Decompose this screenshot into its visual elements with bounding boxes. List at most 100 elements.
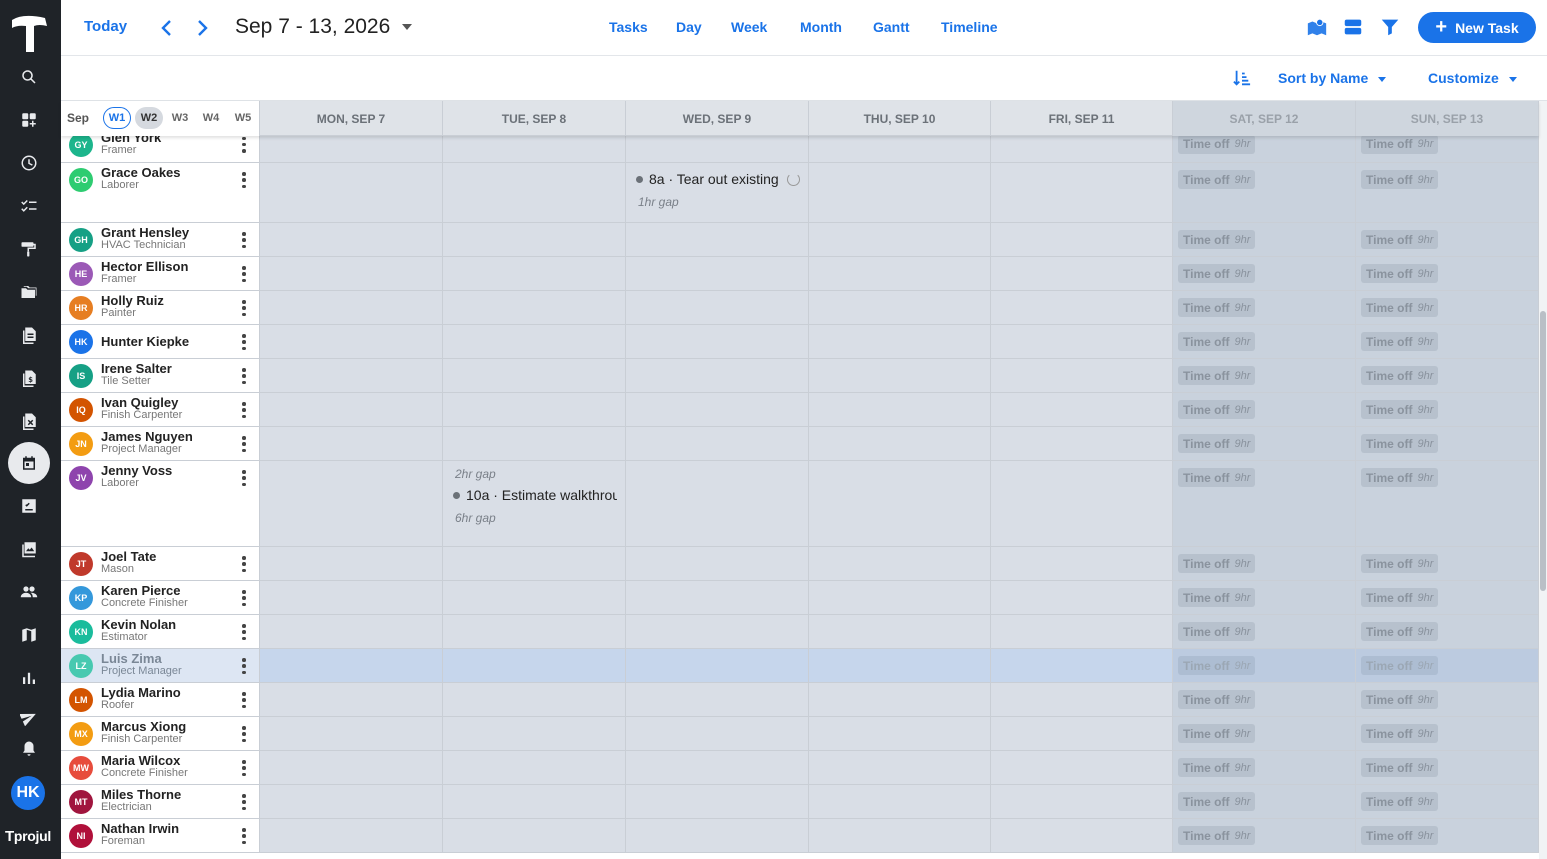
view-tab-gantt[interactable]: Gantt	[873, 19, 910, 35]
employee-row[interactable]: IS Irene Salter Tile Setter Time off 9hr Time…	[61, 359, 1539, 393]
day-cell[interactable]	[443, 427, 626, 460]
time-off-badge[interactable]: Time off 9hr	[1178, 400, 1256, 419]
day-cell[interactable]: Time off 9hr	[1356, 751, 1539, 784]
day-cell[interactable]	[991, 785, 1173, 818]
tasks-icon[interactable]	[18, 195, 40, 217]
day-cell[interactable]: Time off 9hr	[1356, 547, 1539, 580]
day-cell[interactable]	[443, 223, 626, 256]
row-more-options-icon[interactable]	[241, 470, 247, 486]
reports-icon[interactable]	[18, 667, 40, 689]
employee-row[interactable]: JN James Nguyen Project Manager Time off 9hr…	[61, 427, 1539, 461]
day-cell[interactable]	[260, 325, 443, 358]
employee-row[interactable]: NI Nathan Irwin Foreman Time off 9hr Time off…	[61, 819, 1539, 853]
day-header-4[interactable]: FRI, SEP 11	[991, 101, 1173, 136]
employee-name-cell[interactable]: NI Nathan Irwin Foreman	[61, 819, 260, 852]
employee-name-cell[interactable]: KP Karen Pierce Concrete Finisher	[61, 581, 260, 614]
view-tab-week[interactable]: Week	[731, 19, 767, 35]
day-header-2[interactable]: WED, SEP 9	[626, 101, 809, 136]
time-off-badge[interactable]: Time off 9hr	[1361, 758, 1439, 777]
day-cell[interactable]: Time off 9hr	[1173, 751, 1356, 784]
day-cell[interactable]	[260, 359, 443, 392]
notifications-icon[interactable]	[18, 738, 40, 760]
day-cell[interactable]	[626, 717, 809, 750]
time-off-badge[interactable]: Time off 9hr	[1178, 690, 1256, 709]
day-cell[interactable]	[809, 427, 991, 460]
paint-roller-icon[interactable]	[18, 238, 40, 260]
employee-row[interactable]: JT Joel Tate Mason Time off 9hr Time off 9hr	[61, 547, 1539, 581]
time-off-badge[interactable]: Time off 9hr	[1361, 170, 1439, 189]
day-cell[interactable]	[443, 359, 626, 392]
task-item[interactable]: 10a · Estimate walkthrough	[453, 487, 617, 503]
day-cell[interactable]	[626, 223, 809, 256]
day-cell[interactable]: Time off 9hr	[1356, 291, 1539, 324]
view-tab-day[interactable]: Day	[676, 19, 702, 35]
day-cell[interactable]	[809, 359, 991, 392]
day-cell[interactable]	[260, 751, 443, 784]
time-off-badge[interactable]: Time off 9hr	[1178, 758, 1256, 777]
view-tab-month[interactable]: Month	[800, 19, 842, 35]
employee-row[interactable]: GH Grant Hensley HVAC Technician Time off 9h…	[61, 223, 1539, 257]
day-cell[interactable]	[626, 427, 809, 460]
employee-row[interactable]: MX Marcus Xiong Finish Carpenter Time off 9h…	[61, 717, 1539, 751]
view-tab-tasks[interactable]: Tasks	[609, 19, 648, 35]
day-cell[interactable]: Time off 9hr	[1173, 461, 1356, 546]
time-off-badge[interactable]: Time off 9hr	[1178, 230, 1256, 249]
time-off-badge[interactable]: Time off 9hr	[1361, 434, 1439, 453]
day-cell[interactable]: Time off 9hr	[1173, 581, 1356, 614]
photos-icon[interactable]	[18, 538, 40, 560]
employee-name-cell[interactable]: JN James Nguyen Project Manager	[61, 427, 260, 460]
day-cell[interactable]	[443, 615, 626, 648]
employee-name-cell[interactable]: GY Glen York Framer	[61, 136, 260, 162]
week-pill-w2[interactable]: W2	[135, 107, 163, 129]
employee-row[interactable]: IQ Ivan Quigley Finish Carpenter Time off 9h…	[61, 393, 1539, 427]
day-cell[interactable]	[260, 615, 443, 648]
day-cell[interactable]	[991, 649, 1173, 682]
row-more-options-icon[interactable]	[241, 658, 247, 674]
previous-week-icon[interactable]	[157, 17, 177, 39]
day-cell[interactable]	[991, 359, 1173, 392]
time-off-badge[interactable]: Time off 9hr	[1361, 588, 1439, 607]
day-cell[interactable]	[443, 325, 626, 358]
time-off-badge[interactable]: Time off 9hr	[1178, 826, 1256, 845]
row-more-options-icon[interactable]	[241, 368, 247, 384]
time-off-badge[interactable]: Time off 9hr	[1361, 468, 1439, 487]
employee-name-cell[interactable]: JV Jenny Voss Laborer	[61, 461, 260, 546]
send-icon[interactable]	[18, 706, 40, 728]
employee-row[interactable]: MT Miles Thorne Electrician Time off 9hr Time…	[61, 785, 1539, 819]
time-off-badge[interactable]: Time off 9hr	[1361, 690, 1439, 709]
day-cell[interactable]	[626, 136, 809, 162]
day-cell[interactable]	[626, 581, 809, 614]
day-cell[interactable]: Time off 9hr	[1173, 223, 1356, 256]
time-off-badge[interactable]: Time off 9hr	[1361, 332, 1439, 351]
day-cell[interactable]: Time off 9hr	[1356, 649, 1539, 682]
dashboard-icon[interactable]	[18, 109, 40, 131]
time-off-badge[interactable]: Time off 9hr	[1178, 366, 1256, 385]
day-cell[interactable]: Time off 9hr	[1356, 257, 1539, 290]
day-cell[interactable]	[260, 223, 443, 256]
task-item[interactable]: 8a · Tear out existing	[636, 171, 800, 187]
date-range-label[interactable]: Sep 7 - 13, 2026	[235, 15, 390, 39]
day-cell[interactable]	[809, 163, 991, 222]
day-cell[interactable]: Time off 9hr	[1356, 785, 1539, 818]
day-cell[interactable]: Time off 9hr	[1356, 427, 1539, 460]
day-cell[interactable]	[809, 751, 991, 784]
day-cell[interactable]	[809, 819, 991, 852]
folders-icon[interactable]	[18, 281, 40, 303]
day-cell[interactable]	[443, 785, 626, 818]
row-more-options-icon[interactable]	[241, 726, 247, 742]
row-more-options-icon[interactable]	[241, 590, 247, 606]
day-cell[interactable]	[443, 819, 626, 852]
day-cell[interactable]	[626, 785, 809, 818]
day-cell[interactable]	[626, 819, 809, 852]
employee-row[interactable]: HR Holly Ruiz Painter Time off 9hr Time off 9h…	[61, 291, 1539, 325]
day-cell[interactable]	[991, 257, 1173, 290]
day-cell[interactable]: Time off 9hr	[1356, 819, 1539, 852]
time-off-badge[interactable]: Time off 9hr	[1178, 170, 1256, 189]
day-cell[interactable]	[626, 257, 809, 290]
time-off-badge[interactable]: Time off 9hr	[1361, 724, 1439, 743]
employee-row[interactable]: LZ Luis Zima Project Manager Time off 9hr Tim…	[61, 649, 1539, 683]
day-cell[interactable]: Time off 9hr	[1173, 615, 1356, 648]
row-more-options-icon[interactable]	[241, 692, 247, 708]
day-cell[interactable]	[260, 581, 443, 614]
day-cell[interactable]	[260, 547, 443, 580]
